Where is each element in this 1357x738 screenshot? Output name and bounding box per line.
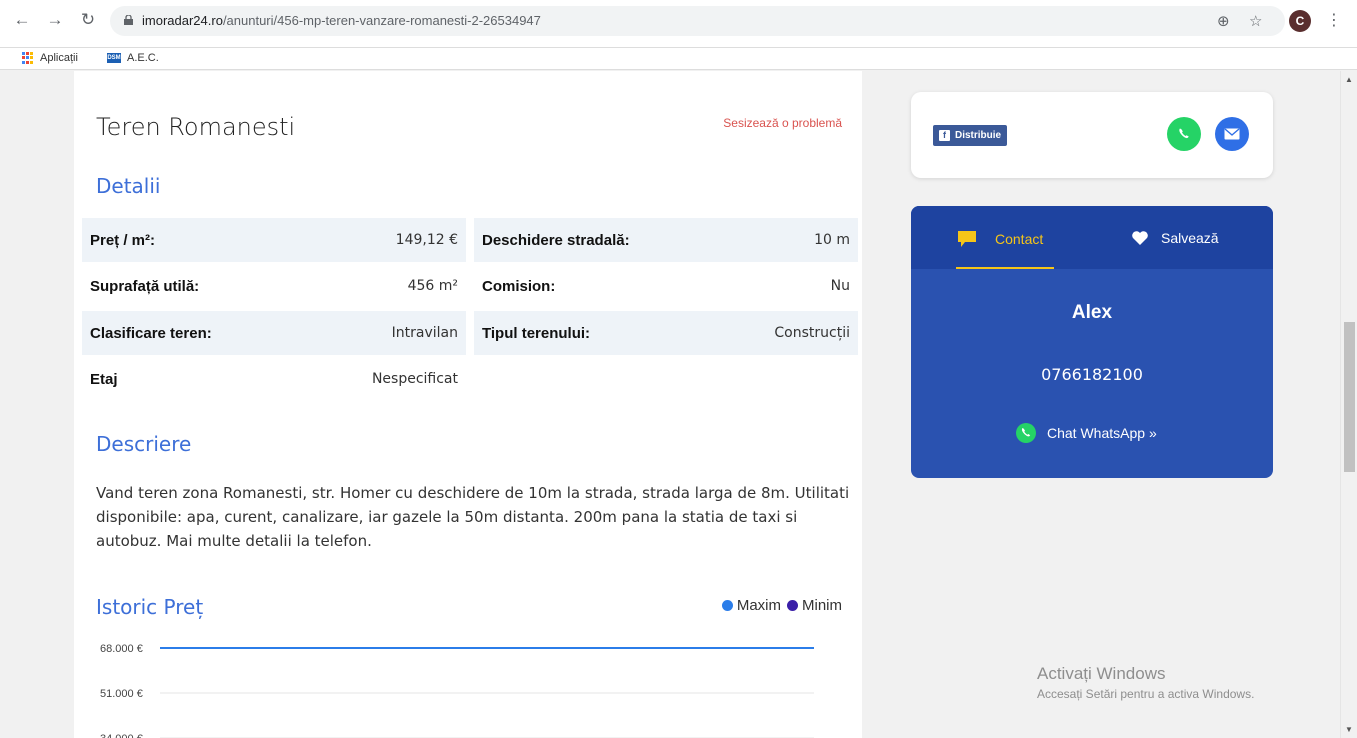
- legend-label-maxim[interactable]: Maxim: [737, 597, 781, 614]
- detail-value: 456 m²: [407, 278, 458, 294]
- address-bar[interactable]: imoradar24.ro/anunturi/456-mp-teren-vanz…: [110, 6, 1285, 36]
- bookmark-apps[interactable]: Aplicații: [22, 52, 78, 64]
- phone-number[interactable]: 0766182100: [911, 365, 1273, 384]
- forward-arrow-icon[interactable]: →: [45, 10, 65, 30]
- whatsapp-icon: [1179, 128, 1189, 139]
- email-icon: [1224, 128, 1240, 140]
- agent-name: Alex: [1071, 302, 1113, 323]
- whatsapp-share-button[interactable]: [1167, 117, 1201, 151]
- bookmark-aec-label: A.E.C.: [127, 52, 159, 64]
- url-path: /anunturi/456-mp-teren-vanzare-romanesti…: [222, 13, 541, 28]
- url-text: imoradar24.ro/anunturi/456-mp-teren-vanz…: [142, 13, 541, 28]
- browser-toolbar: ← → ↻ imoradar24.ro/anunturi/456-mp-tere…: [0, 0, 1357, 48]
- bookmark-aec[interactable]: DSM A.E.C.: [107, 52, 159, 64]
- scroll-up-arrow-icon[interactable]: ▲: [1345, 75, 1353, 84]
- detail-key: Comision:: [482, 277, 556, 295]
- menu-kebab-icon[interactable]: ⋮: [1326, 10, 1342, 30]
- contact-card: Contact Salvează Alex 0766182100 Chat Wh…: [911, 206, 1273, 478]
- page-scrollbar[interactable]: ▲ ▼: [1340, 71, 1357, 738]
- detail-land-classification: Clasificare teren: Intravilan: [82, 311, 466, 355]
- listing-title: Teren Romanesti: [96, 113, 296, 141]
- details-heading: Detalii: [96, 174, 161, 198]
- detail-key: Clasificare teren:: [90, 324, 212, 342]
- tab-save[interactable]: Salvează: [1131, 230, 1219, 246]
- detail-value: 149,12 €: [395, 232, 458, 248]
- zoom-icon[interactable]: ⊕: [1217, 12, 1230, 30]
- facebook-icon: f: [939, 130, 950, 141]
- price-history-chart: 68.000 € 51.000 € 34.000 €: [100, 643, 814, 738]
- listing-card: Teren Romanesti Sesizează o problemă Det…: [74, 71, 862, 738]
- watermark-line-1: Activați Windows: [1037, 664, 1166, 683]
- lock-icon: [124, 15, 133, 25]
- report-problem-link[interactable]: Sesizează o problemă: [723, 116, 842, 130]
- scrollbar-thumb[interactable]: [1344, 322, 1355, 472]
- description-text: Vand teren zona Romanesti, str. Homer cu…: [96, 484, 850, 550]
- details-row: Clasificare teren: Intravilan Tipul tere…: [82, 311, 858, 355]
- dsm-badge-icon: DSM: [107, 53, 121, 63]
- whatsapp-chat-label: Chat WhatsApp »: [1047, 425, 1157, 441]
- active-tab-indicator: [956, 267, 1054, 269]
- detail-key: Etaj: [90, 370, 118, 388]
- contact-tabs: Contact Salvează: [911, 206, 1273, 269]
- detail-land-type: Tipul terenului: Construcții: [474, 311, 858, 355]
- details-row: Preț / m²: 149,12 € Deschidere stradală:…: [82, 218, 858, 262]
- apps-grid-icon: [22, 52, 34, 64]
- y-tick-label: 34.000 €: [100, 733, 143, 738]
- bookmark-star-icon[interactable]: ☆: [1249, 12, 1262, 30]
- detail-street-frontage: Deschidere stradală: 10 m: [474, 218, 858, 262]
- y-tick-label: 51.000 €: [100, 688, 143, 700]
- bookmarks-bar: Aplicații DSM A.E.C.: [0, 48, 1357, 70]
- detail-price-per-sqm: Preț / m²: 149,12 €: [82, 218, 466, 262]
- legend-marker-maxim: [721, 600, 733, 611]
- chart-legend: Maxim Minim: [716, 597, 842, 614]
- legend-label-minim[interactable]: Minim: [802, 597, 842, 614]
- detail-value: Nespecificat: [371, 371, 458, 387]
- details-row: Suprafață utilă: 456 m² Comision: Nu: [82, 264, 858, 308]
- detail-key: Suprafață utilă:: [90, 277, 200, 295]
- details-row: Etaj Nespecificat: [82, 357, 858, 401]
- chat-bubble-icon: [958, 231, 976, 247]
- url-host: imoradar24.ro: [142, 13, 223, 28]
- y-tick-label: 68.000 €: [100, 643, 143, 655]
- detail-key: Preț / m²:: [90, 231, 156, 249]
- detail-value: Intravilan: [391, 325, 458, 341]
- detail-commission: Comision: Nu: [474, 264, 858, 308]
- legend-marker-minim: [787, 600, 798, 611]
- detail-value: 10 m: [814, 232, 850, 248]
- whatsapp-icon: [1016, 423, 1036, 443]
- detail-usable-area: Suprafață utilă: 456 m²: [82, 264, 466, 308]
- back-arrow-icon[interactable]: ←: [12, 10, 32, 30]
- price-history-heading: Istoric Preț: [96, 595, 204, 619]
- facebook-share-button[interactable]: f Distribuie: [933, 125, 1008, 146]
- whatsapp-chat-link[interactable]: Chat WhatsApp »: [1015, 422, 1157, 444]
- detail-value: Nu: [830, 278, 850, 294]
- scroll-down-arrow-icon[interactable]: ▼: [1345, 725, 1353, 734]
- detail-floor: Etaj Nespecificat: [82, 357, 466, 401]
- heart-icon: [1132, 231, 1148, 245]
- profile-avatar[interactable]: C: [1289, 10, 1311, 32]
- tab-contact-label: Contact: [995, 231, 1044, 247]
- detail-value: Construcții: [774, 325, 850, 341]
- bookmark-apps-label: Aplicații: [40, 52, 78, 64]
- email-share-button[interactable]: [1215, 117, 1249, 151]
- share-card: f Distribuie: [911, 92, 1273, 178]
- watermark-line-2: Accesați Setări pentru a activa Windows.: [1037, 687, 1255, 701]
- detail-key: Tipul terenului:: [482, 324, 591, 342]
- windows-activation-watermark: Activați Windows Accesați Setări pentru …: [1037, 664, 1254, 701]
- tab-save-label: Salvează: [1161, 230, 1219, 246]
- tab-contact[interactable]: Contact: [957, 230, 1043, 248]
- reload-icon[interactable]: ↻: [78, 10, 98, 30]
- description-heading: Descriere: [96, 432, 192, 456]
- detail-key: Deschidere stradală:: [482, 231, 630, 249]
- facebook-share-label: Distribuie: [955, 130, 1002, 141]
